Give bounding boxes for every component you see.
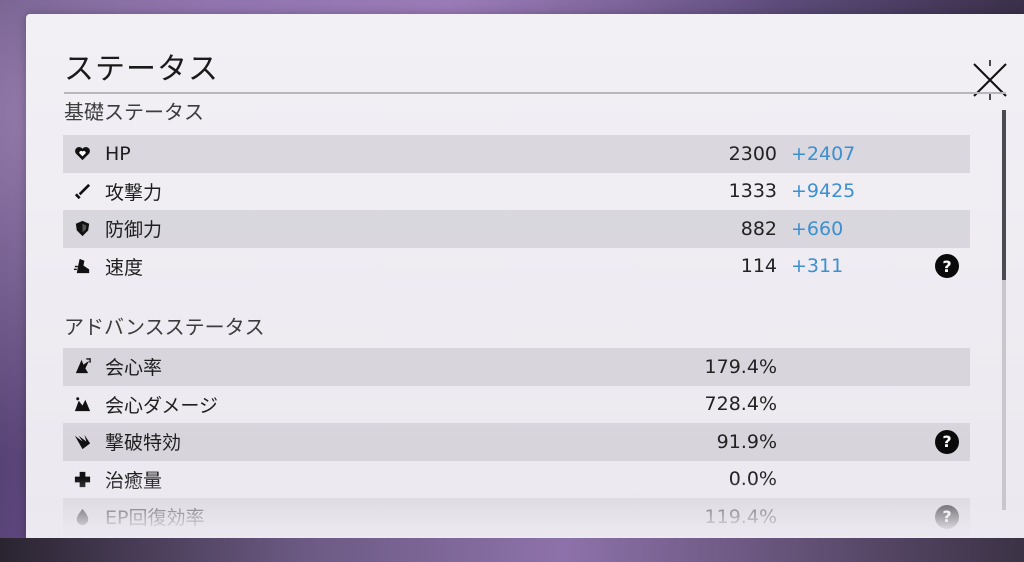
stat-label: 会心ダメージ — [105, 394, 219, 417]
stat-bonus-value: +311 — [791, 255, 844, 278]
stat-base-value: 2300 — [728, 142, 777, 165]
stat-label: 治癒量 — [105, 469, 163, 492]
stat-row-crit-damage[interactable]: 会心ダメージ 728.4% — [63, 386, 970, 424]
stat-base-value: 1333 — [728, 180, 777, 203]
crit-rate-icon — [71, 356, 93, 378]
heart-icon — [71, 143, 93, 165]
basic-stats-list: HP 2300 +2407 攻撃力 1333 +9425 防御力 882 +66… — [63, 135, 970, 285]
stat-row-spd[interactable]: 速度 114 +311 ? — [63, 248, 970, 286]
help-button[interactable]: ? — [935, 254, 959, 279]
status-scroll-area[interactable]: 基礎ステータス HP 2300 +2407 攻撃力 1333 +9425 防御力… — [26, 94, 1024, 538]
stat-row-break-effect[interactable]: 撃破特効 91.9% ? — [63, 423, 970, 461]
crit-damage-icon — [71, 393, 93, 415]
stat-label: HP — [105, 142, 131, 165]
stat-row-crit-rate[interactable]: 会心率 179.4% — [63, 348, 970, 386]
help-button[interactable]: ? — [935, 429, 959, 454]
stat-row-energy-regen[interactable]: EP回復効率 119.4% ? — [63, 498, 970, 536]
break-effect-icon — [71, 431, 93, 453]
stat-base-value: 0.0% — [728, 468, 777, 491]
shield-icon — [71, 218, 93, 240]
stat-label: EP回復効率 — [105, 507, 205, 530]
stat-base-value: 179.4% — [704, 355, 777, 378]
stat-row-atk[interactable]: 攻撃力 1333 +9425 — [63, 173, 970, 211]
background-strip — [0, 538, 1024, 562]
stat-base-value: 728.4% — [704, 393, 777, 416]
boot-icon — [71, 255, 93, 277]
stat-label: 攻撃力 — [105, 181, 163, 204]
stat-row-healing[interactable]: 治癒量 0.0% — [63, 461, 970, 499]
stat-label: 速度 — [105, 256, 144, 279]
stat-base-value: 882 — [740, 217, 777, 240]
stat-row-hp[interactable]: HP 2300 +2407 — [63, 135, 970, 173]
stat-base-value: 119.4% — [704, 505, 777, 528]
stat-label: 撃破特効 — [105, 432, 182, 455]
page-title: ステータス — [64, 52, 219, 87]
advanced-stats-list: 会心率 179.4% 会心ダメージ 728.4% 撃破特効 91.9% ? 治癒… — [63, 348, 970, 536]
advanced-stats-heading: アドバンスステータス — [64, 315, 265, 339]
stat-base-value: 91.9% — [716, 430, 777, 453]
stat-base-value: 114 — [740, 255, 777, 278]
scrollbar-thumb[interactable] — [1002, 110, 1006, 280]
stat-label: 会心率 — [105, 357, 163, 380]
help-button[interactable]: ? — [935, 504, 959, 529]
stat-bonus-value: +660 — [791, 217, 844, 240]
stat-bonus-value: +2407 — [791, 142, 856, 165]
status-panel: ステータス 基礎ステータス HP 2300 +2407 攻撃力 1333 +94… — [26, 14, 1024, 538]
energy-regen-icon — [71, 506, 93, 528]
stat-row-def[interactable]: 防御力 882 +660 — [63, 210, 970, 248]
sword-icon — [71, 180, 93, 202]
healing-icon — [71, 468, 93, 490]
stat-bonus-value: +9425 — [791, 180, 856, 203]
basic-stats-heading: 基礎ステータス — [64, 100, 204, 124]
stat-label: 防御力 — [105, 219, 163, 242]
